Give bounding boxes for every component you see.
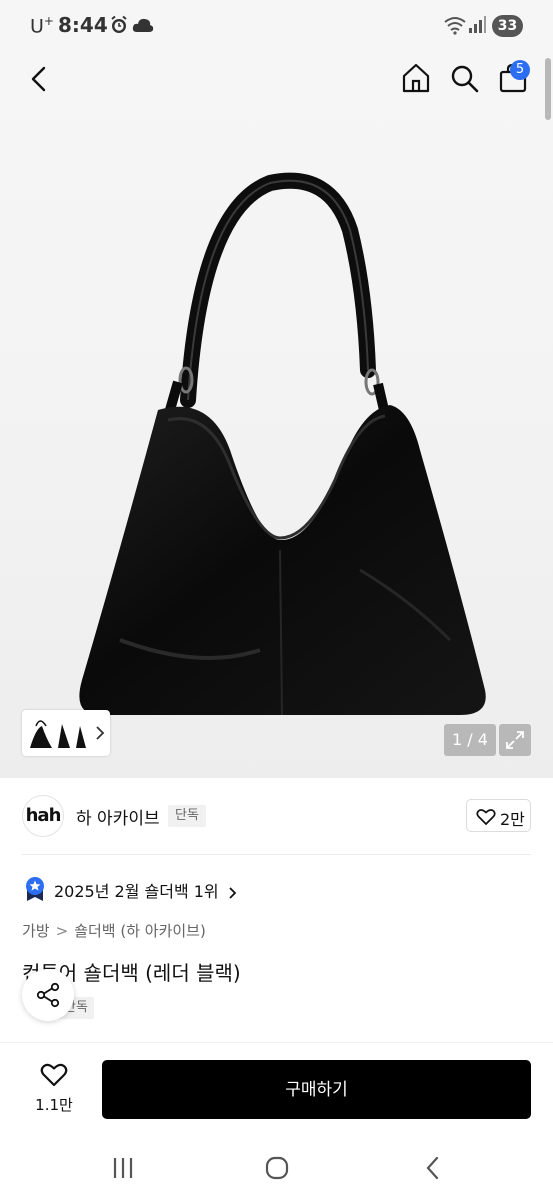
heart-icon[interactable] — [40, 1062, 68, 1088]
status-bar: U+ 8:44 33 — [0, 0, 553, 50]
signal-icon — [469, 16, 486, 33]
recent-apps-icon[interactable] — [111, 1155, 135, 1181]
wishlist-button[interactable]: 1.1만 — [30, 1060, 78, 1120]
chevron-right-icon — [229, 886, 237, 899]
image-counter: 1 / 4 — [444, 724, 496, 756]
wishlist-count: 1.1만 — [35, 1096, 73, 1114]
alarm-icon — [111, 15, 127, 33]
ranking-link[interactable]: 2025년 2월 숄더백 1위 — [54, 878, 238, 902]
exclusive-tag: 단독 — [168, 805, 206, 827]
cloud-icon — [132, 18, 154, 32]
cart-count-badge: 5 — [510, 60, 530, 80]
share-button[interactable] — [22, 969, 74, 1021]
brand-like-button[interactable]: 2만 — [466, 799, 531, 832]
search-icon[interactable] — [449, 63, 481, 95]
brand-logo[interactable]: hah — [22, 795, 64, 837]
buy-button[interactable]: 구매하기 — [102, 1060, 531, 1119]
brand-name[interactable]: 하 아카이브 — [76, 804, 160, 829]
breadcrumb-subcategory[interactable]: 숄더백 (하 아카이브) — [74, 922, 206, 940]
heart-icon[interactable] — [476, 808, 496, 826]
carrier-label: U+ — [30, 14, 54, 38]
product-photo — [79, 172, 486, 716]
ranking-badge-icon — [26, 877, 44, 901]
battery-level: 33 — [492, 15, 523, 37]
chevron-right-icon[interactable] — [94, 725, 106, 741]
home-nav-icon[interactable] — [264, 1155, 290, 1181]
scrollbar[interactable] — [545, 58, 551, 120]
breadcrumb-category[interactable]: 가방 — [22, 922, 50, 940]
expand-icon[interactable] — [505, 730, 525, 750]
back-icon[interactable] — [26, 64, 52, 94]
expand-image-button[interactable] — [499, 724, 531, 756]
home-icon[interactable] — [400, 62, 432, 94]
back-nav-icon[interactable] — [422, 1155, 444, 1181]
status-time: 8:44 — [58, 13, 108, 37]
thumbnail-strip[interactable] — [22, 710, 110, 756]
thumbnail-images[interactable] — [28, 716, 90, 750]
breadcrumb-separator: > — [55, 922, 69, 940]
brand-like-count: 2만 — [500, 810, 525, 829]
divider — [22, 854, 531, 855]
wifi-icon — [444, 17, 466, 35]
ranking-text: 2025년 2월 숄더백 1위 — [54, 882, 219, 901]
share-icon[interactable] — [35, 982, 61, 1008]
breadcrumb: 가방 > 숄더백 (하 아카이브) — [22, 920, 206, 941]
